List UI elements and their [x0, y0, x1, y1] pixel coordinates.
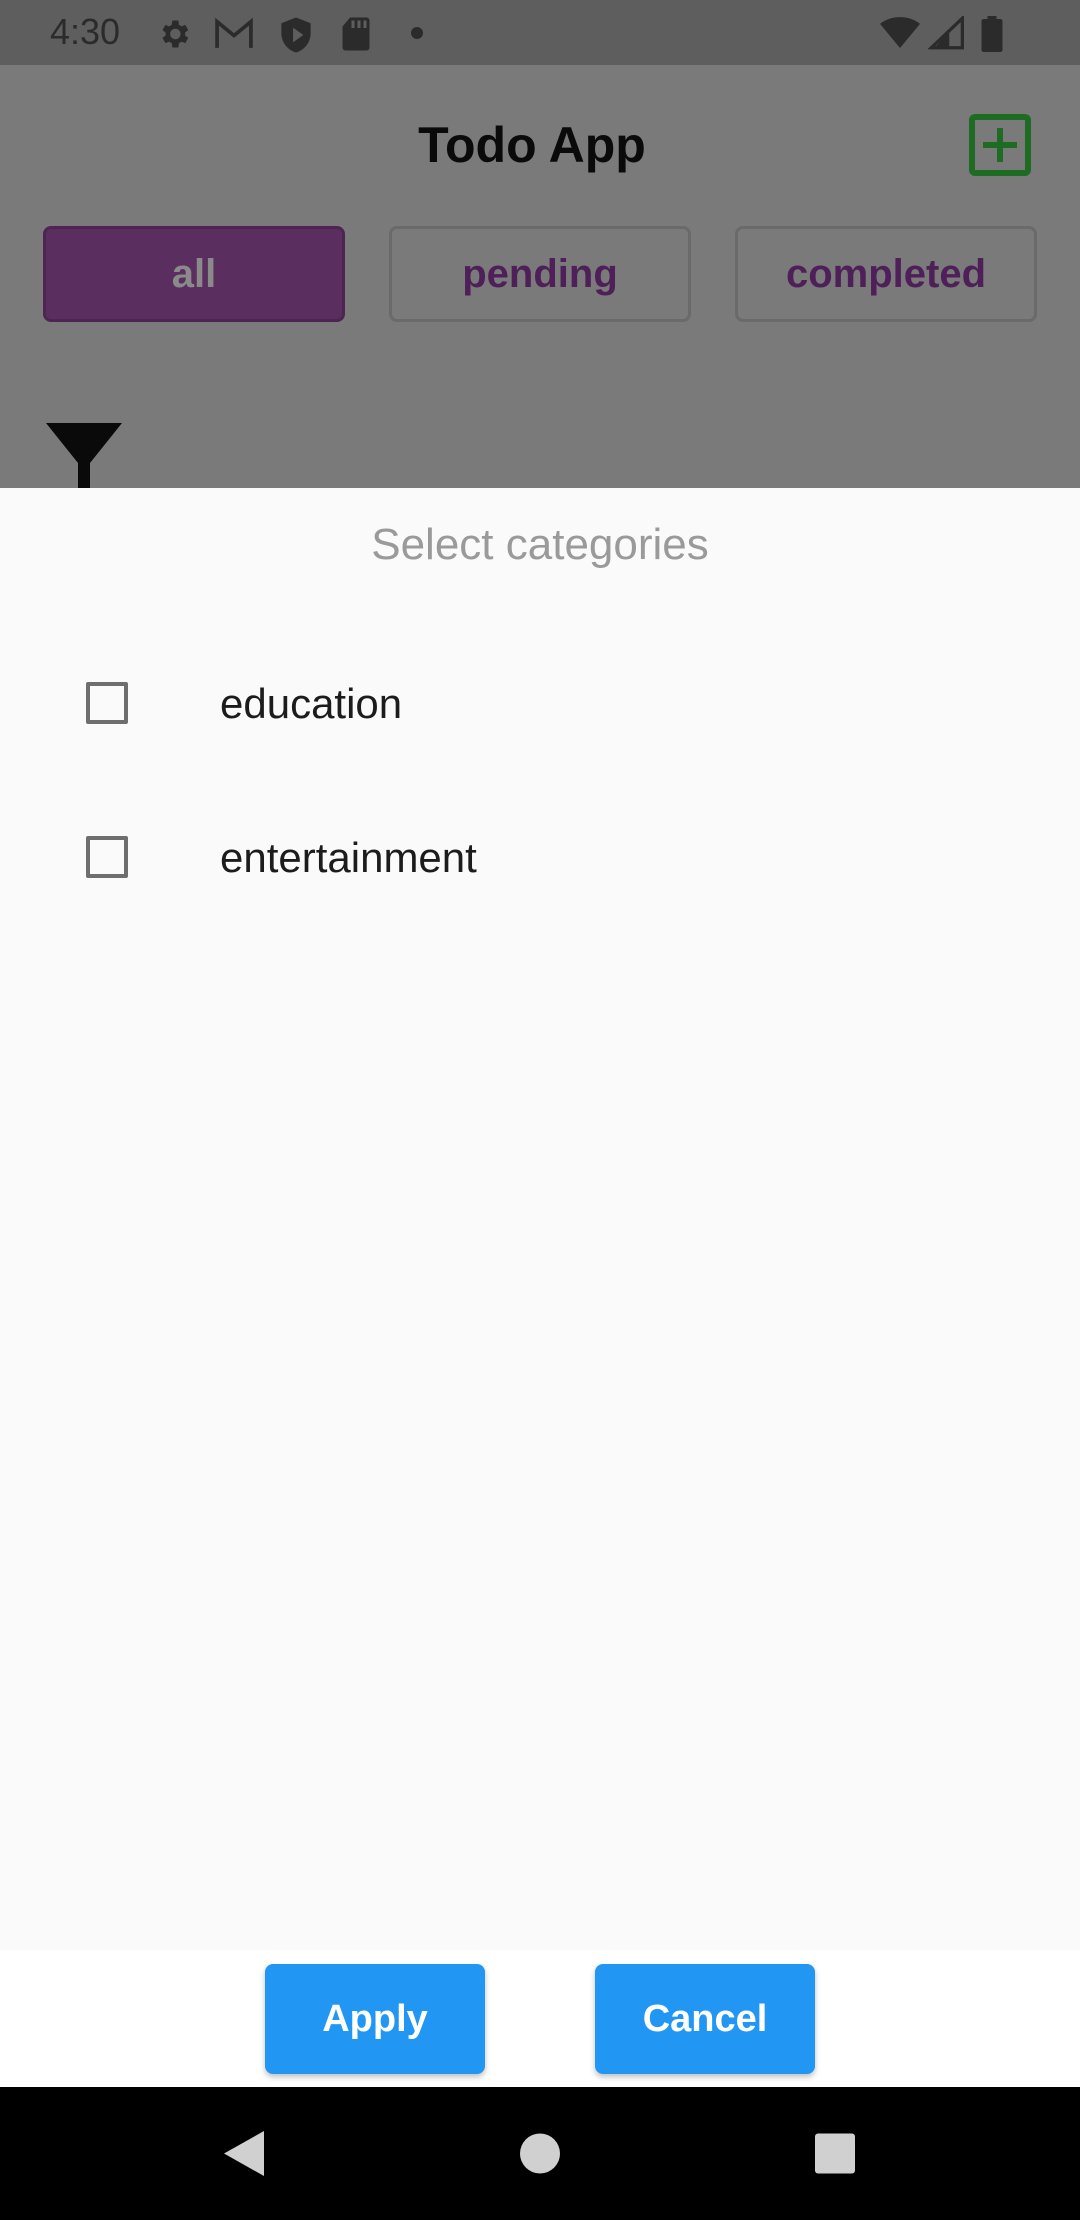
dialog-actions: Apply Cancel — [0, 1950, 1080, 2087]
signal-icon — [928, 16, 964, 50]
wifi-icon — [880, 17, 920, 48]
filter-tab-label: pending — [462, 252, 618, 296]
app-title: Todo App — [418, 117, 646, 173]
status-time: 4:30 — [50, 11, 121, 52]
filter-tab-all[interactable]: all — [43, 226, 345, 322]
filter-tab-label: all — [171, 252, 217, 296]
apply-button[interactable]: Apply — [265, 1964, 485, 2074]
add-box-icon[interactable] — [968, 113, 1032, 177]
home-icon[interactable] — [495, 2087, 585, 2220]
checkbox[interactable] — [86, 836, 128, 878]
category-label: education — [220, 680, 403, 727]
filter-tab-label: completed — [785, 252, 987, 296]
dot-icon — [411, 27, 423, 39]
shield-play-icon — [281, 17, 311, 53]
app-screen: Todo App all pending completed — [0, 65, 1080, 489]
sd-card-icon — [342, 17, 370, 51]
settings-icon — [162, 20, 189, 48]
dialog-title: Select categories — [371, 520, 709, 569]
recents-icon[interactable] — [790, 2087, 880, 2220]
cancel-button[interactable]: Cancel — [595, 1964, 815, 2074]
battery-icon — [981, 16, 1003, 52]
status-bar: 4:30 — [0, 0, 1080, 65]
checkbox[interactable] — [86, 682, 128, 724]
category-item-entertainment[interactable]: entertainment — [0, 791, 1080, 921]
back-icon[interactable] — [200, 2087, 290, 2220]
funnel-icon[interactable] — [46, 423, 122, 489]
filter-tab-pending[interactable]: pending — [389, 226, 691, 322]
category-item-education[interactable]: education — [0, 637, 1080, 767]
category-dialog: Select categories education entertainmen… — [0, 488, 1080, 1950]
gmail-icon — [215, 17, 253, 48]
system-nav-bar — [0, 2087, 1080, 2220]
category-label: entertainment — [220, 834, 477, 881]
filter-tab-completed[interactable]: completed — [735, 226, 1037, 322]
